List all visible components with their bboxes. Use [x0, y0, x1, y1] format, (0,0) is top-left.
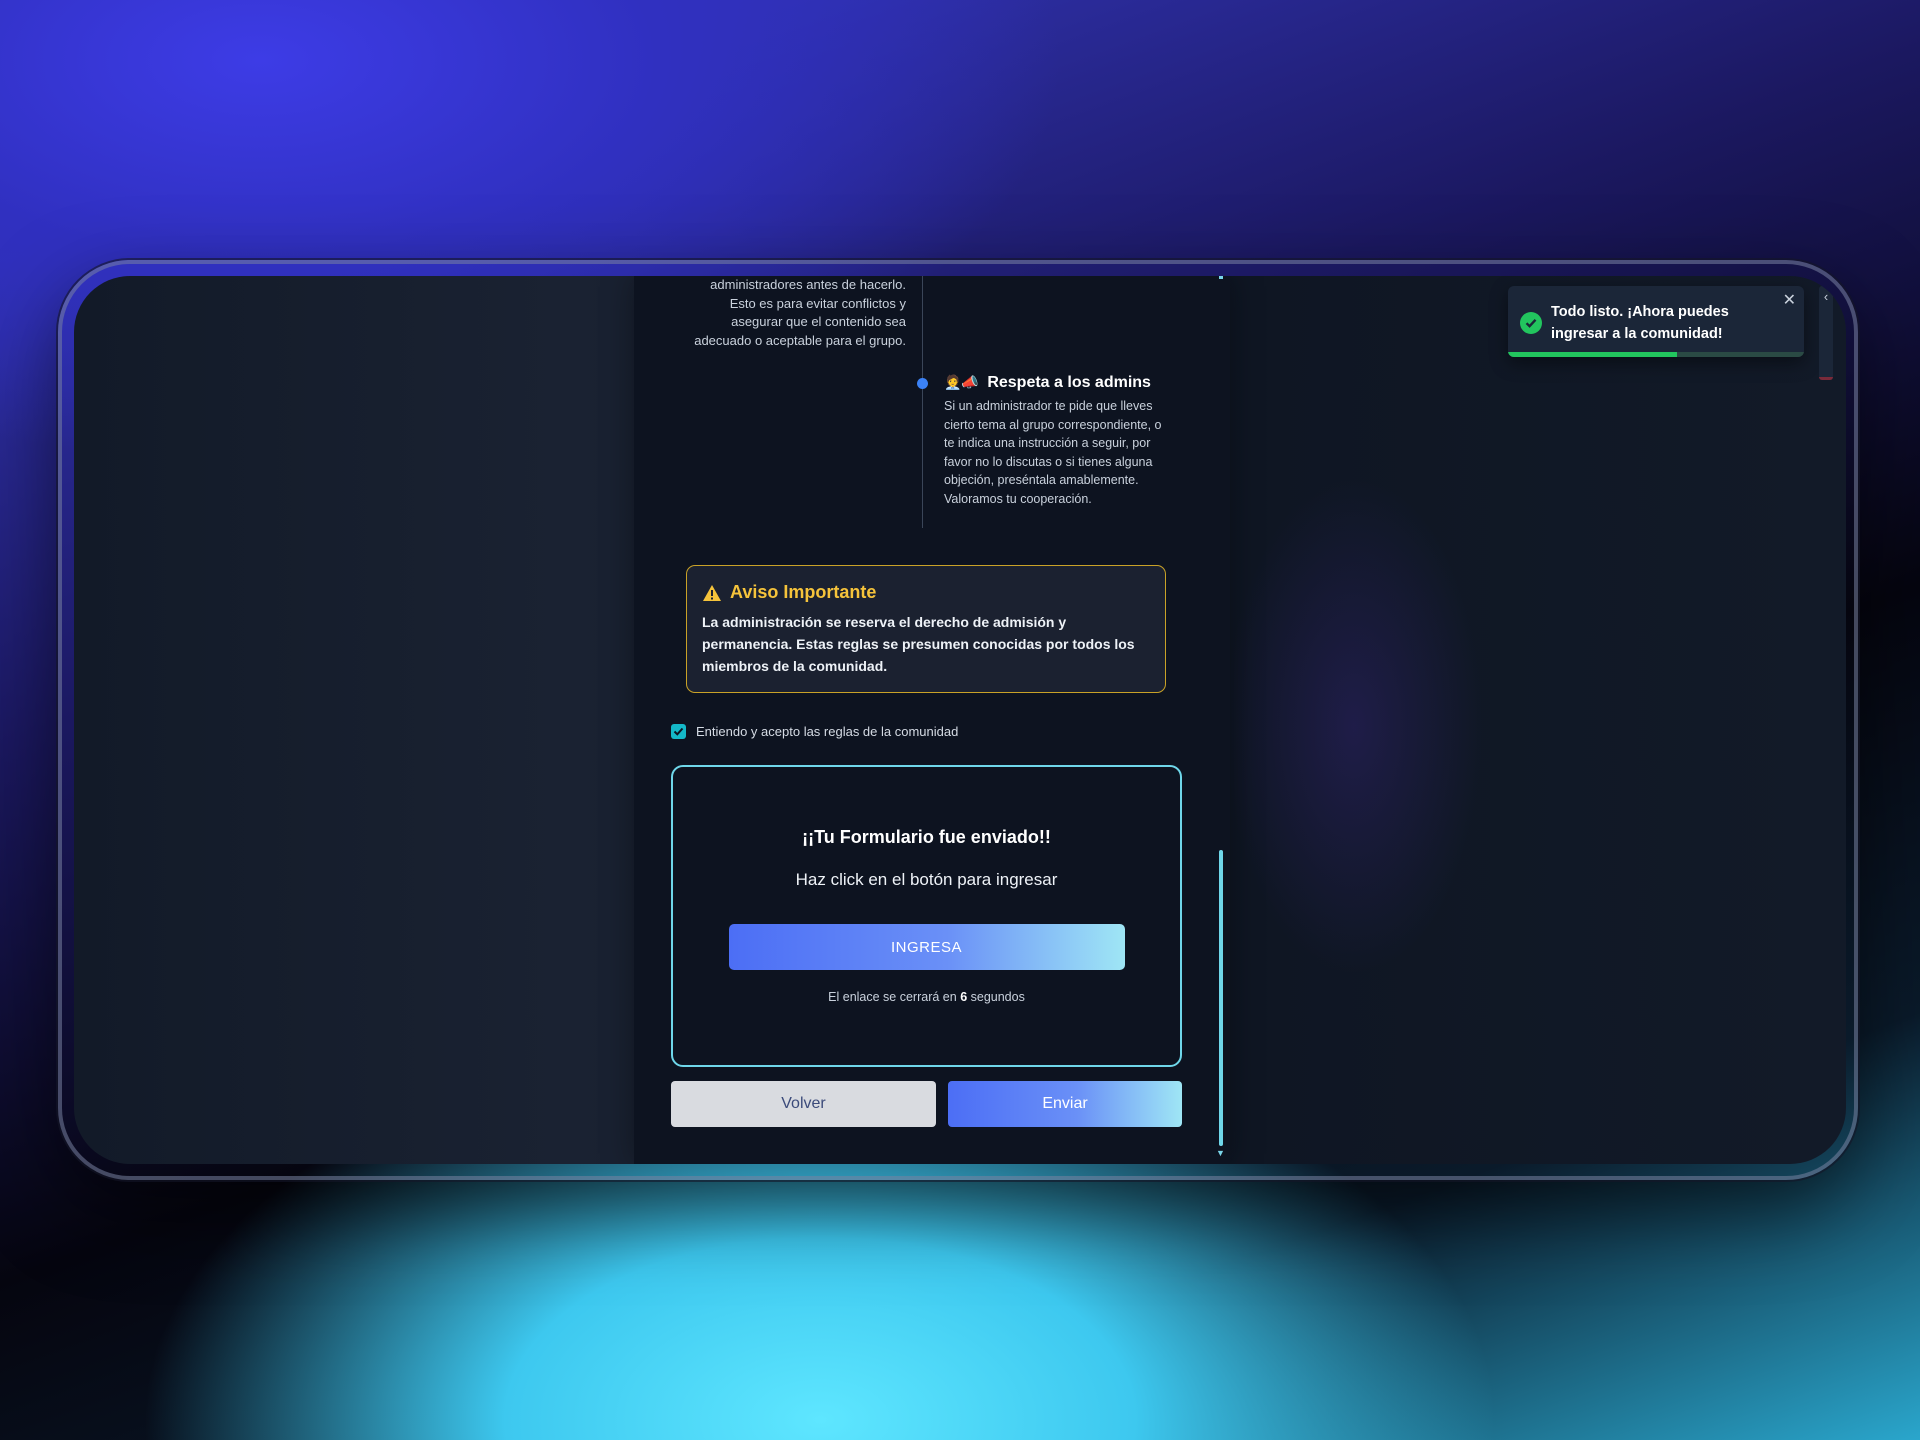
device-screen: administradores antes de hacerlo. Esto e… [74, 276, 1846, 1164]
toast-message: Todo listo. ¡Ahora puedes ingresar a la … [1551, 304, 1729, 342]
back-button[interactable]: Volver [671, 1081, 936, 1127]
previous-rule-text: administradores antes de hacerlo. Esto e… [674, 276, 906, 350]
scroll-down-arrow[interactable]: ▼ [1216, 1149, 1225, 1158]
important-notice: Aviso Importante La administración se re… [686, 565, 1166, 693]
admin-megaphone-icon: 🧑‍💼📣 [944, 374, 979, 390]
rule-title-row: 🧑‍💼📣 Respeta a los admins [944, 372, 1169, 393]
rule-title: Respeta a los admins [987, 374, 1151, 391]
ingresa-button[interactable]: INGRESA [728, 924, 1125, 970]
notice-title-row: Aviso Importante [702, 582, 1150, 603]
warning-icon [703, 584, 721, 601]
chevron-left-icon[interactable]: ‹ [1824, 289, 1828, 304]
previous-rule-line: Esto es para evitar conflictos y [729, 295, 906, 311]
success-title: ¡¡Tu Formulario fue enviado!! [802, 827, 1051, 847]
checkmark-icon [673, 727, 684, 736]
timeline-dot [917, 378, 928, 389]
accept-rules-checkbox[interactable] [671, 724, 686, 739]
success-subtitle: Haz click en el botón para ingresar [795, 870, 1058, 889]
rule-item: 🧑‍💼📣 Respeta a los admins Si un administ… [944, 372, 1169, 508]
success-toast: Todo listo. ¡Ahora puedes ingresar a la … [1508, 286, 1804, 357]
scrollbar[interactable]: ▼ [1216, 276, 1225, 1164]
previous-rule-line: asegurar que el contenido sea [731, 314, 906, 329]
accept-rules-row[interactable]: Entiendo y acepto las reglas de la comun… [671, 724, 958, 739]
countdown-value: 6 [960, 990, 968, 1004]
rules-panel[interactable]: administradores antes de hacerlo. Esto e… [634, 276, 1230, 1164]
form-actions: Volver Enviar [671, 1081, 1182, 1127]
submit-button[interactable]: Enviar [948, 1081, 1182, 1127]
scroll-up-arrow[interactable] [1219, 276, 1223, 279]
countdown-suffix: segundos [970, 990, 1025, 1004]
accept-rules-label[interactable]: Entiendo y acepto las reglas de la comun… [696, 724, 958, 739]
background-glow [1224, 476, 1484, 976]
link-countdown: El enlace se cerrará en 6 segundos [673, 990, 1180, 1004]
check-circle-icon [1520, 312, 1542, 334]
notice-text: La administración se reserva el derecho … [702, 614, 1135, 674]
form-success-card: ¡¡Tu Formulario fue enviado!! Haz click … [671, 765, 1182, 1067]
close-icon[interactable]: ✕ [1783, 290, 1796, 310]
previous-rule-line: administradores antes de hacerlo. [710, 277, 906, 292]
countdown-prefix: El enlace se cerrará en [828, 990, 957, 1004]
check-icon [1525, 318, 1537, 328]
side-drawer-tab[interactable]: ‹ [1819, 286, 1833, 380]
toast-progress-bar [1508, 352, 1677, 357]
notice-title: Aviso Importante [730, 582, 877, 602]
scrollbar-thumb[interactable] [1219, 850, 1223, 1146]
rule-description: Si un administrador te pide que lleves c… [944, 399, 1162, 506]
timeline-line [922, 276, 923, 528]
previous-rule-line: adecuado o aceptable para el grupo. [694, 332, 906, 348]
